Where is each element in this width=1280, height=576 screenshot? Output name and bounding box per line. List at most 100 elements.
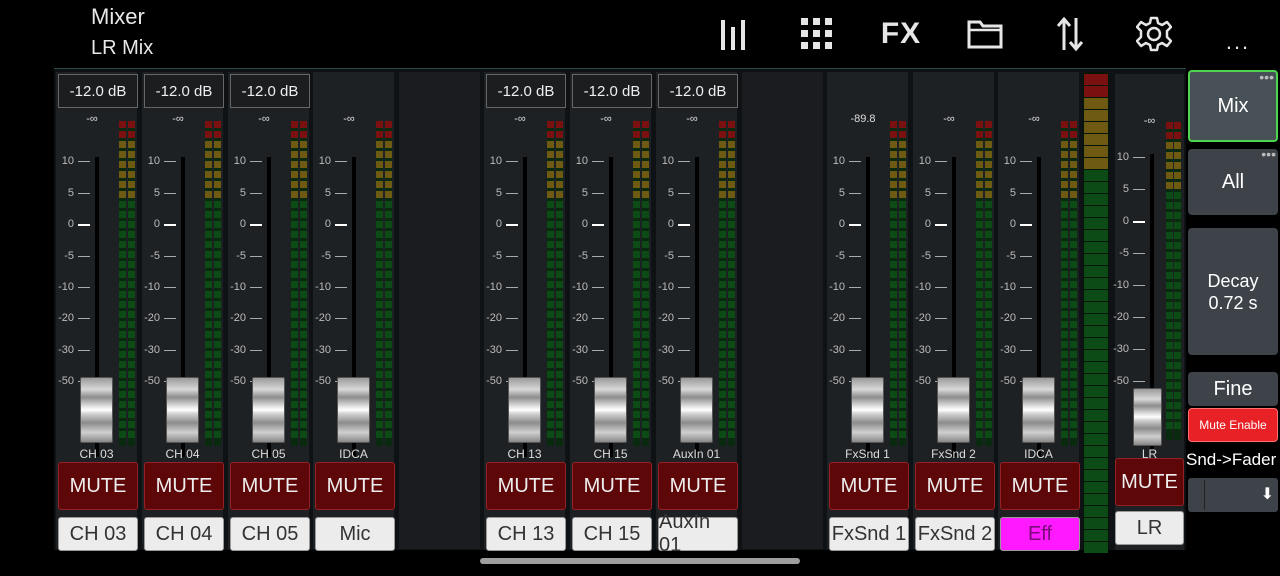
mute-enable-button[interactable]: Mute Enable	[1188, 408, 1278, 442]
fader-handle[interactable]	[252, 377, 285, 443]
scale-mark: -5	[656, 250, 696, 263]
mute-button[interactable]: MUTE	[315, 462, 395, 510]
scale-mark: -10	[1113, 279, 1151, 292]
scale-mark: -30	[142, 344, 182, 357]
level-meter	[205, 121, 212, 446]
fader-handle[interactable]	[337, 377, 370, 443]
all-button[interactable]: All •••	[1188, 146, 1278, 215]
peak-readout: -∞	[172, 113, 184, 125]
level-meter	[1070, 121, 1077, 446]
channel-name-button[interactable]: FxSnd 2	[915, 517, 995, 551]
gain-readout[interactable]: -12.0 dB	[144, 74, 224, 108]
scale-mark: -10	[228, 281, 268, 294]
level-meter	[642, 121, 649, 446]
channel-name-button[interactable]: CH 13	[486, 517, 566, 551]
scale-mark: 10	[228, 155, 268, 168]
scale-mark: -20	[142, 312, 182, 325]
channel-name-button[interactable]: CH 05	[230, 517, 310, 551]
strip-label: AuxIn 01	[672, 447, 721, 461]
fx-label: FX	[880, 17, 922, 50]
folder-icon[interactable]	[965, 12, 1005, 56]
scale-mark: 10	[827, 155, 867, 168]
mute-button[interactable]: MUTE	[1000, 462, 1080, 510]
more-menu-button[interactable]: ...	[1218, 20, 1258, 64]
scale-mark: -50	[1113, 375, 1151, 388]
fader-handle[interactable]	[594, 377, 627, 443]
gain-readout[interactable]: -12.0 dB	[486, 74, 566, 108]
more-dots-icon: •••	[1259, 69, 1274, 85]
fader-handle[interactable]	[508, 377, 541, 443]
level-meter	[1061, 121, 1068, 446]
mute-button[interactable]: MUTE	[915, 462, 995, 510]
channel-name-button[interactable]: Mic	[315, 517, 395, 551]
gain-readout[interactable]: -12.0 dB	[658, 74, 738, 108]
fx-button[interactable]: FX	[880, 12, 922, 56]
mute-button[interactable]: MUTE	[230, 462, 310, 510]
channel-name-button[interactable]: CH 03	[58, 517, 138, 551]
strip-label: CH 05	[251, 447, 286, 461]
top-bar: Mixer LR Mix FX ...	[0, 0, 1280, 68]
scale-mark: -10	[313, 281, 353, 294]
decay-button[interactable]: Decay 0.72 s	[1188, 228, 1278, 355]
scale-mark: -30	[570, 344, 610, 357]
channel-name-button[interactable]: AuxIn 01	[658, 511, 738, 556]
strip-label: IDCA	[1024, 447, 1053, 461]
fader-handle[interactable]	[1022, 377, 1055, 443]
gain-readout[interactable]: -12.0 dB	[58, 74, 138, 108]
scale-mark: 10	[313, 155, 353, 168]
grid-icon[interactable]	[797, 12, 837, 56]
fader-handle[interactable]	[937, 377, 970, 443]
scale-mark: 10	[998, 155, 1038, 168]
fine-button[interactable]: Fine	[1188, 372, 1278, 406]
mute-button[interactable]: MUTE	[572, 462, 652, 510]
mix-button[interactable]: Mix •••	[1188, 69, 1278, 142]
scale-mark: -10	[913, 281, 953, 294]
scale-mark: -5	[142, 250, 182, 263]
mute-button[interactable]: MUTE	[144, 462, 224, 510]
scale-mark: 5	[228, 187, 268, 200]
scale-mark: -5	[228, 250, 268, 263]
channel-strip: -12.0 dB -∞ 10 5 0 -5 -10 -20 -30 -50 CH 1…	[570, 72, 652, 551]
level-meter	[728, 121, 735, 446]
channel-name-button[interactable]: CH 04	[144, 517, 224, 551]
peak-readout: -∞	[514, 113, 526, 125]
level-meter	[556, 121, 563, 446]
scale-mark: -20	[827, 312, 867, 325]
scale-mark: -30	[1113, 343, 1151, 356]
fader-handle[interactable]	[80, 377, 113, 443]
scale-mark: -10	[142, 281, 182, 294]
strip-label: CH 03	[79, 447, 114, 461]
transfer-arrows-icon[interactable]	[1052, 12, 1088, 56]
channel-name-button[interactable]: FxSnd 1	[829, 517, 909, 551]
gain-readout[interactable]: -12.0 dB	[572, 74, 652, 108]
decay-label: Decay	[1207, 270, 1259, 291]
channel-name-button[interactable]: LR	[1115, 511, 1184, 545]
fader-handle[interactable]	[1133, 388, 1162, 446]
gain-readout[interactable]: -12.0 dB	[230, 74, 310, 108]
fader-handle[interactable]	[680, 377, 713, 443]
channel-name-button[interactable]: CH 15	[572, 517, 652, 551]
mute-button[interactable]: MUTE	[829, 462, 909, 510]
channel-strip: -12.0 dB -∞ 10 5 0 -5 -10 -20 -30 -50 CH 1…	[484, 72, 566, 551]
scale-mark: -5	[998, 250, 1038, 263]
scale-mark: 5	[142, 187, 182, 200]
mute-button[interactable]: MUTE	[658, 462, 738, 510]
snd-fader-select[interactable]: ⬇	[1188, 478, 1278, 512]
scale-mark: -10	[570, 281, 610, 294]
channel-strip: -∞ 10 5 0 -5 -10 -20 -30 -50 IDCA MUTE Mic	[313, 72, 395, 551]
gear-icon[interactable]	[1134, 12, 1174, 56]
mute-button[interactable]: MUTE	[486, 462, 566, 510]
scale-mark: -5	[1115, 247, 1151, 260]
strip-label: CH 13	[507, 447, 542, 461]
mute-button[interactable]: MUTE	[58, 462, 138, 510]
scale-mark: 0	[827, 218, 867, 231]
channel-name-button[interactable]: Eff	[1000, 517, 1080, 551]
channel-strip: -12.0 dB -∞ 10 5 0 -5 -10 -20 -30 -50 AuxI…	[656, 72, 738, 556]
fader-handle[interactable]	[851, 377, 884, 443]
fader-handle[interactable]	[166, 377, 199, 443]
meters-icon[interactable]	[714, 12, 754, 56]
peak-readout: -∞	[686, 113, 698, 125]
mute-button[interactable]: MUTE	[1115, 458, 1184, 506]
scale-mark: 10	[570, 155, 610, 168]
home-indicator[interactable]	[480, 558, 800, 564]
